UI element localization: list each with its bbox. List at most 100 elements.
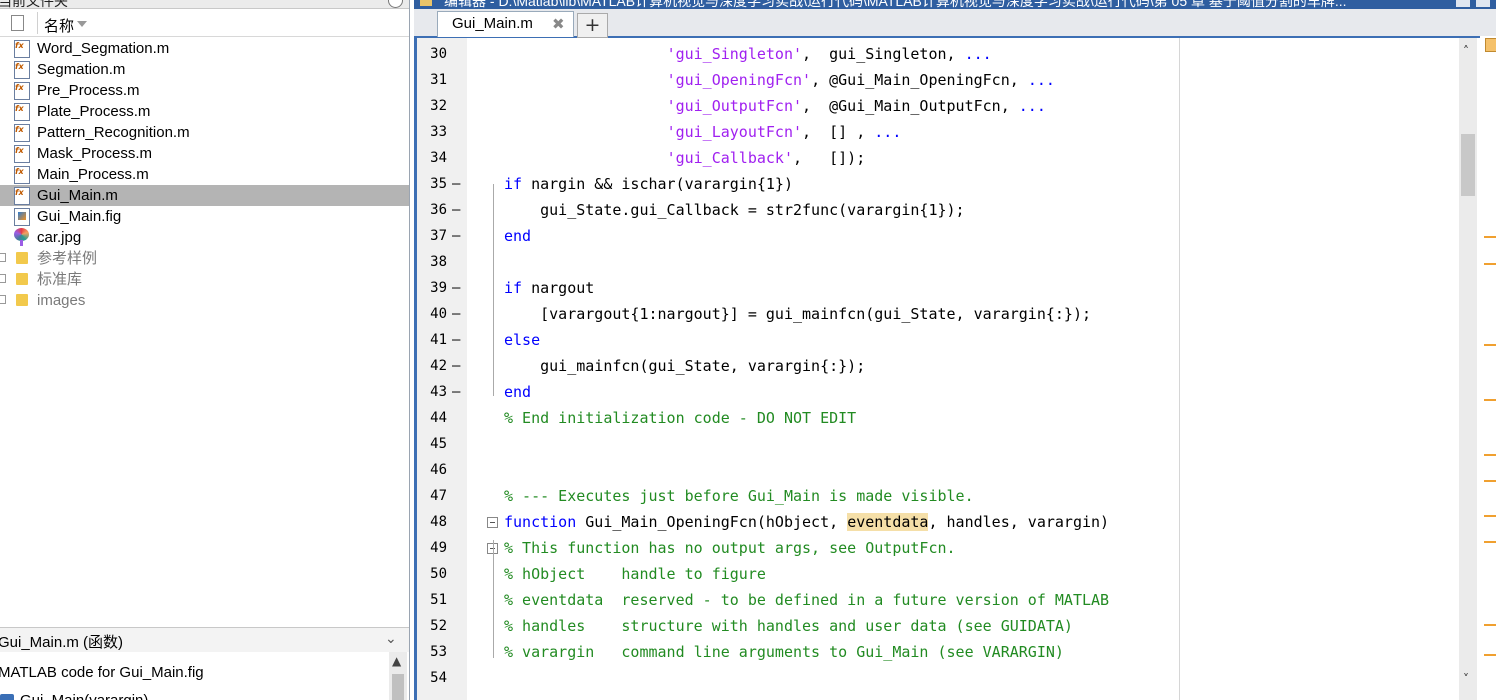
breakpoint-marker[interactable]: — <box>452 202 460 218</box>
code-line[interactable]: 37 — end <box>414 224 1494 250</box>
line-number[interactable]: 46 <box>417 462 447 478</box>
code-line[interactable]: 47 % --- Executes just before Gui_Main is… <box>414 484 1494 510</box>
code-analyzer-marker-bar[interactable] <box>1480 36 1496 700</box>
line-number[interactable]: 31 <box>417 72 447 88</box>
warning-marker[interactable] <box>1484 236 1496 238</box>
code-line[interactable]: 49 % This function has no output args, se… <box>414 536 1494 562</box>
code-line[interactable]: 30 'gui_Singleton', gui_Singleton, ... <box>414 42 1494 68</box>
file-row[interactable]: Plate_Process.m <box>0 101 409 122</box>
code-line[interactable]: 32 'gui_OutputFcn', @Gui_Main_OutputFcn,… <box>414 94 1494 120</box>
tab-gui-main[interactable]: Gui_Main.m ✖ <box>437 11 574 37</box>
code-line[interactable]: 40 — [varargout{1:nargout}] = gui_mainfcn… <box>414 302 1494 328</box>
warning-marker[interactable] <box>1484 654 1496 656</box>
line-number[interactable]: 32 <box>417 98 447 114</box>
code-line[interactable]: 42 — gui_mainfcn(gui_State, varargin{:}); <box>414 354 1494 380</box>
name-column-header[interactable]: 名称 <box>44 15 74 36</box>
line-number[interactable]: 49 <box>417 540 447 556</box>
code-line[interactable]: 31 'gui_OpeningFcn', @Gui_Main_OpeningFc… <box>414 68 1494 94</box>
warning-marker[interactable] <box>1484 454 1496 456</box>
warning-marker[interactable] <box>1484 541 1496 543</box>
folder-row[interactable]: 参考样例 <box>0 248 409 269</box>
line-number[interactable]: 39 <box>417 280 447 296</box>
line-number[interactable]: 51 <box>417 592 447 608</box>
code-line[interactable]: 51 % eventdata reserved - to be defined i… <box>414 588 1494 614</box>
expand-icon[interactable] <box>0 295 6 304</box>
expand-icon[interactable] <box>0 253 6 262</box>
file-row[interactable]: Gui_Main.fig <box>0 206 409 227</box>
line-number[interactable]: 45 <box>417 436 447 452</box>
editor-vertical-scrollbar[interactable]: ˄ ˅ <box>1459 38 1477 700</box>
folder-row[interactable]: 标准库 <box>0 269 409 290</box>
code-line[interactable]: 35 — if nargin && ischar(varargin{1}) <box>414 172 1494 198</box>
breakpoint-marker[interactable]: — <box>452 306 460 322</box>
breakpoint-marker[interactable]: — <box>452 358 460 374</box>
code-line[interactable]: 33 'gui_LayoutFcn', [] , ... <box>414 120 1494 146</box>
line-number[interactable]: 36 <box>417 202 447 218</box>
line-number[interactable]: 40 <box>417 306 447 322</box>
scroll-thumb[interactable] <box>1461 134 1475 196</box>
warning-marker[interactable] <box>1484 480 1496 482</box>
panel-options-icon[interactable] <box>1456 0 1470 7</box>
line-number[interactable]: 47 <box>417 488 447 504</box>
file-row[interactable]: Main_Process.m <box>0 164 409 185</box>
line-number[interactable]: 38 <box>417 254 447 270</box>
file-row[interactable]: Mask_Process.m <box>0 143 409 164</box>
line-number[interactable]: 34 <box>417 150 447 166</box>
code-line[interactable]: 39 — if nargout <box>414 276 1494 302</box>
code-line[interactable]: 54 <box>414 666 1494 692</box>
file-row[interactable]: car.jpg <box>0 227 409 248</box>
line-number[interactable]: 50 <box>417 566 447 582</box>
code-line[interactable]: 53 % varargin command line arguments to G… <box>414 640 1494 666</box>
breakpoint-marker[interactable]: — <box>452 228 460 244</box>
scroll-down-icon[interactable]: ˅ <box>1463 672 1469 686</box>
line-number[interactable]: 43 <box>417 384 447 400</box>
code-line[interactable]: 41 — else <box>414 328 1494 354</box>
scroll-up-icon[interactable]: ▲ <box>392 654 401 668</box>
line-number[interactable]: 42 <box>417 358 447 374</box>
breakpoint-marker[interactable]: — <box>452 280 460 296</box>
code-line[interactable]: 38 <box>414 250 1494 276</box>
line-number[interactable]: 48 <box>417 514 447 530</box>
warning-marker[interactable] <box>1484 624 1496 626</box>
warning-marker[interactable] <box>1484 515 1496 517</box>
fold-toggle-icon[interactable] <box>487 517 498 528</box>
details-function-item[interactable]: Gui_Main(varargin) <box>20 692 148 700</box>
code-line[interactable]: 45 <box>414 432 1494 458</box>
details-header[interactable]: Gui_Main.m (函数) ⌄ <box>0 627 409 653</box>
scroll-up-icon[interactable]: ˄ <box>1463 44 1469 58</box>
file-row[interactable]: Pattern_Recognition.m <box>0 122 409 143</box>
code-line[interactable]: 43 — end <box>414 380 1494 406</box>
code-analyzer-status-icon[interactable] <box>1485 38 1496 52</box>
code-line[interactable]: 50 % hObject handle to figure <box>414 562 1494 588</box>
scroll-thumb[interactable] <box>392 674 404 700</box>
line-number[interactable]: 44 <box>417 410 447 426</box>
file-row[interactable]: Segmation.m <box>0 59 409 80</box>
line-number[interactable]: 41 <box>417 332 447 348</box>
breakpoint-marker[interactable]: — <box>452 332 460 348</box>
code-line[interactable]: 48 function Gui_Main_OpeningFcn(hObject, … <box>414 510 1494 536</box>
add-tab-button[interactable]: + <box>577 13 608 38</box>
line-number[interactable]: 37 <box>417 228 447 244</box>
details-scrollbar[interactable]: ▲ <box>389 652 407 700</box>
close-tab-icon[interactable]: ✖ <box>552 15 565 33</box>
breakpoint-marker[interactable]: — <box>452 176 460 192</box>
line-number[interactable]: 53 <box>417 644 447 660</box>
panel-collapse-icon[interactable] <box>1476 0 1490 7</box>
code-line[interactable]: 44 % End initialization code - DO NOT EDI… <box>414 406 1494 432</box>
code-line[interactable]: 36 — gui_State.gui_Callback = str2func(va… <box>414 198 1494 224</box>
expand-icon[interactable] <box>0 274 6 283</box>
line-number[interactable]: 54 <box>417 670 447 686</box>
panel-options-icon[interactable] <box>388 0 403 8</box>
warning-marker[interactable] <box>1484 399 1496 401</box>
chevron-down-icon[interactable]: ⌄ <box>385 631 397 647</box>
line-number[interactable]: 35 <box>417 176 447 192</box>
file-row[interactable]: Word_Segmation.m <box>0 38 409 59</box>
code-line[interactable]: 46 <box>414 458 1494 484</box>
line-number[interactable]: 33 <box>417 124 447 140</box>
file-row-selected[interactable]: Gui_Main.m <box>0 185 409 206</box>
line-number[interactable]: 30 <box>417 46 447 62</box>
warning-marker[interactable] <box>1484 344 1496 346</box>
folder-row[interactable]: images <box>0 290 409 311</box>
file-row[interactable]: Pre_Process.m <box>0 80 409 101</box>
breakpoint-marker[interactable]: — <box>452 384 460 400</box>
